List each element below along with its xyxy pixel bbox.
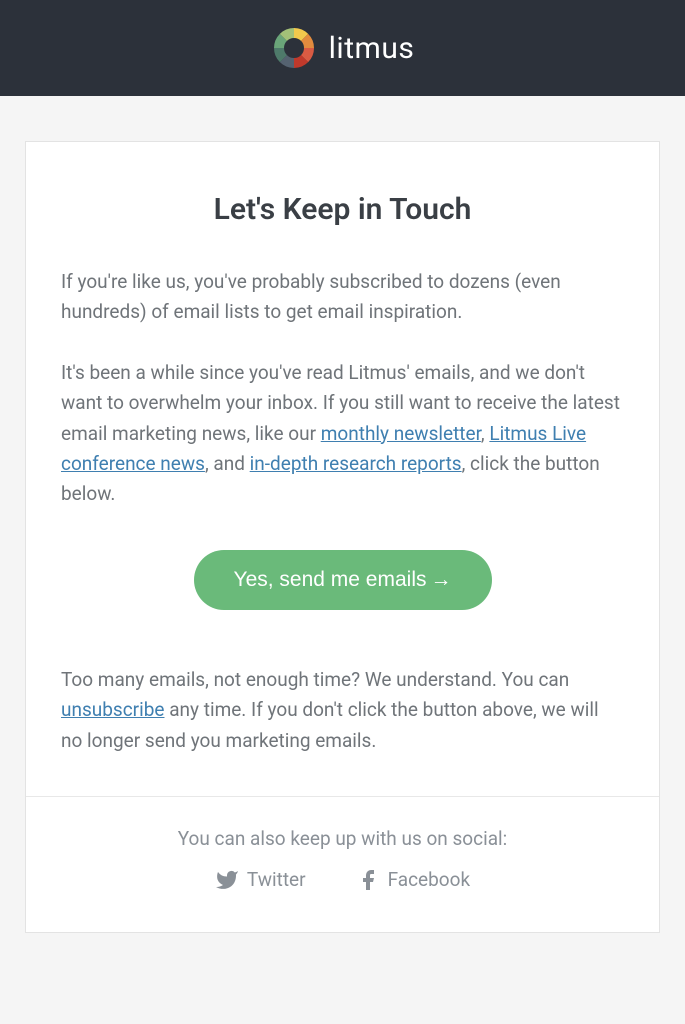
cta-label: Yes, send me emails: [234, 568, 427, 591]
facebook-link[interactable]: Facebook: [356, 868, 471, 892]
footer-text: You can also keep up with us on social:: [61, 827, 624, 850]
brand-logo: litmus: [271, 25, 415, 71]
content-area: Let's Keep in Touch If you're like us, y…: [0, 96, 685, 958]
card-title: Let's Keep in Touch: [61, 192, 624, 227]
newsletter-link[interactable]: monthly newsletter: [321, 422, 481, 445]
card-footer: You can also keep up with us on social: …: [26, 796, 659, 932]
research-reports-link[interactable]: in-depth research reports: [250, 452, 462, 475]
send-emails-button[interactable]: Yes, send me emails→: [194, 550, 492, 610]
social-row: Twitter Facebook: [61, 868, 624, 892]
twitter-link[interactable]: Twitter: [215, 868, 306, 892]
paragraph-text: , and: [205, 452, 250, 475]
twitter-icon: [215, 868, 239, 892]
arrow-right-icon: →: [431, 568, 452, 591]
unsubscribe-paragraph: Too many emails, not enough time? We und…: [61, 665, 624, 756]
intro-paragraph: If you're like us, you've probably subsc…: [61, 267, 624, 328]
main-paragraph: It's been a while since you've read Litm…: [61, 358, 624, 510]
app-header: litmus: [0, 0, 685, 96]
email-card: Let's Keep in Touch If you're like us, y…: [25, 141, 660, 933]
twitter-label: Twitter: [247, 868, 306, 891]
facebook-icon: [356, 868, 380, 892]
brand-name: litmus: [329, 31, 415, 66]
cta-row: Yes, send me emails→: [61, 550, 624, 610]
paragraph-text: Too many emails, not enough time? We und…: [61, 668, 569, 691]
unsubscribe-link[interactable]: unsubscribe: [61, 698, 164, 721]
facebook-label: Facebook: [388, 868, 471, 891]
litmus-logo-icon: [271, 25, 317, 71]
